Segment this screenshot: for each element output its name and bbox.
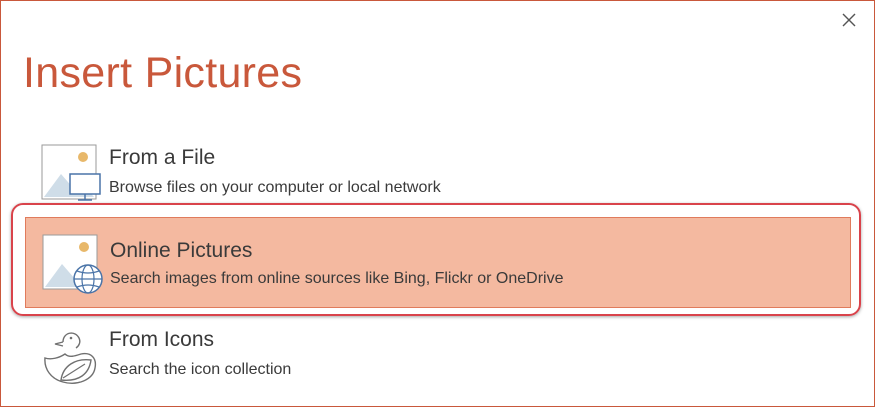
option-description: Search images from online sources like B…	[110, 270, 564, 287]
option-label: Online Pictures	[110, 239, 253, 262]
insert-pictures-dialog: Insert Pictures From a File Browse files…	[0, 0, 875, 407]
dialog-title: Insert Pictures	[23, 49, 303, 97]
option-description: Browse files on your computer or local n…	[109, 179, 441, 196]
option-label: From a File	[109, 146, 216, 169]
option-from-icons[interactable]: From Icons Search the icon collection	[25, 309, 851, 399]
picture-globe-icon	[42, 233, 103, 294]
option-description: Search the icon collection	[109, 361, 292, 378]
option-online-pictures[interactable]: Online Pictures Search images from onlin…	[25, 217, 851, 308]
option-label: From Icons	[109, 328, 215, 351]
close-button[interactable]	[838, 9, 860, 31]
option-from-a-file[interactable]: From a File Browse files on your compute…	[25, 127, 851, 217]
close-icon	[842, 13, 856, 27]
duck-leaf-icon	[41, 324, 99, 384]
picture-computer-icon	[41, 142, 101, 202]
